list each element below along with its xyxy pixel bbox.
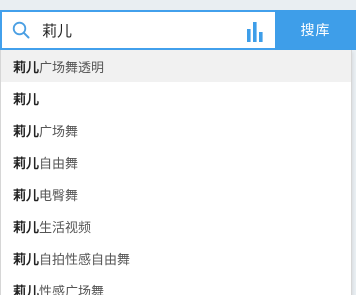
suggestion-item[interactable]: 莉儿 电臀舞 [1, 178, 351, 210]
suggestion-keyword: 莉儿 [13, 156, 40, 172]
bar-chart-icon[interactable] [245, 20, 265, 42]
suggestion-item[interactable]: 莉儿 [1, 82, 351, 114]
search-input[interactable] [40, 13, 235, 47]
suggestion-list: 莉儿 广场舞透明 莉儿 莉儿 广场舞 莉儿 自由舞 莉儿 电臀舞 莉儿 生活视频 莉儿 自拍… [0, 50, 352, 295]
suggestion-completion: 自由舞 [39, 156, 79, 172]
suggestion-item[interactable]: 莉儿 自拍性感自由舞 [1, 242, 351, 274]
suggestion-keyword: 莉儿 [13, 284, 40, 295]
suggestion-item[interactable]: 莉儿 性感广场舞 [1, 274, 351, 295]
suggestion-completion: 广场舞 [39, 124, 79, 140]
search-widget: 搜库 莉儿广场舞透明 莉儿 莉儿广场舞 莉儿自由舞 莉儿电臀舞 莉儿生活视频 莉… [0, 0, 356, 295]
suggestion-completion: 电臀舞 [39, 188, 79, 204]
suggestion-keyword: 莉儿 [13, 92, 40, 108]
search-icon [2, 12, 40, 48]
suggestion-keyword: 莉儿 [13, 188, 40, 204]
suggestion-item[interactable]: 莉儿 自由舞 [1, 146, 351, 178]
search-bar: 搜库 [0, 10, 356, 50]
suggestion-keyword: 莉儿 [13, 124, 40, 140]
suggestion-completion: 性感广场舞 [39, 284, 105, 295]
search-box[interactable] [0, 10, 275, 50]
suggestion-item[interactable]: 莉儿 广场舞 [1, 114, 351, 146]
search-button[interactable]: 搜库 [275, 10, 356, 50]
suggestion-item[interactable]: 莉儿 生活视频 [1, 210, 351, 242]
suggestion-item[interactable]: 莉儿 广场舞透明 [1, 50, 351, 82]
suggestion-keyword: 莉儿 [13, 220, 40, 236]
suggestion-completion: 自拍性感自由舞 [39, 252, 131, 268]
suggestion-keyword: 莉儿 [13, 252, 40, 268]
suggestion-keyword: 莉儿 [13, 60, 40, 76]
suggestion-completion: 广场舞透明 [39, 60, 105, 76]
suggestion-completion: 生活视频 [39, 220, 92, 236]
